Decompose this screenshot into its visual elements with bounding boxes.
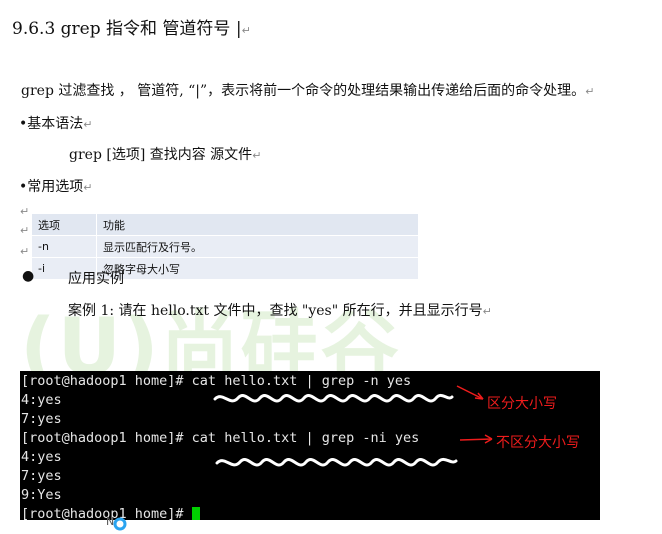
options-table-header: 选项 功能 bbox=[32, 214, 418, 236]
example-case-1-text: 案例 1: 请在 hello.txt 文件中，查找 "yes" 所在行，并且显示… bbox=[68, 303, 483, 319]
basic-syntax-title: •基本语法↵ bbox=[19, 113, 92, 133]
basic-syntax-usage-text: grep [选项] 查找内容 源文件 bbox=[69, 147, 253, 163]
table-header-cell: 选项 bbox=[32, 214, 97, 236]
basic-syntax-usage: grep [选项] 查找内容 源文件↵ bbox=[69, 144, 261, 164]
section-heading-text: 9.6.3 grep 指令和 管道符号 | bbox=[12, 19, 242, 39]
intro-paragraph: grep 过滤查找 ， 管道符, “|”，表示将前一个命令的处理结果输出传递给后… bbox=[21, 80, 594, 100]
table-row: -n 显示匹配行及行号。 bbox=[32, 235, 418, 258]
bullet-dot: ● bbox=[22, 268, 35, 284]
blue-ring-icon bbox=[113, 517, 127, 531]
annotation-case-insensitive: 不区分大小写 bbox=[496, 435, 580, 451]
annotation-case-sensitive: 区分大小写 bbox=[487, 396, 557, 412]
common-options-title-text: •常用选项 bbox=[19, 179, 84, 195]
squiggle-underline-2 bbox=[215, 457, 458, 467]
common-options-title: •常用选项↵ bbox=[19, 176, 92, 196]
table-header-cell: 功能 bbox=[96, 214, 418, 236]
table-cell-desc: 显示匹配行及行号。 bbox=[96, 235, 418, 258]
example-case-1: 案例 1: 请在 hello.txt 文件中，查找 "yes" 所在行，并且显示… bbox=[68, 300, 492, 320]
examples-title: 应用实例 bbox=[68, 268, 124, 288]
table-cell-desc: 忽略字母大小写 bbox=[96, 257, 418, 280]
paragraph-mark-icon: ↵ bbox=[83, 118, 93, 131]
terminal-screenshot: [root@hadoop1 home]# cat hello.txt | gre… bbox=[20, 371, 600, 522]
paragraph-mark-icon: ↵ bbox=[252, 149, 262, 162]
paragraph-mark-icon: ↵ bbox=[241, 24, 251, 37]
section-heading: 9.6.3 grep 指令和 管道符号 |↵ bbox=[12, 14, 251, 39]
paragraph-mark-icon: ↵ bbox=[83, 181, 93, 194]
paragraph-mark-icon: ↵ bbox=[482, 305, 492, 318]
arrow-icon bbox=[459, 438, 493, 441]
paragraph-mark-icon: ↵ bbox=[585, 85, 595, 98]
watermark-logo: (U)尚硅谷 bbox=[20, 285, 650, 393]
basic-syntax-title-text: •基本语法 bbox=[19, 116, 84, 132]
paragraph-mark-icon: ↵ bbox=[20, 245, 30, 258]
squiggle-underline-1 bbox=[213, 393, 454, 403]
intro-text: grep 过滤查找 ， 管道符, “|”，表示将前一个命令的处理结果输出传递给后… bbox=[21, 83, 586, 99]
table-cell-option: -n bbox=[32, 235, 97, 258]
paragraph-mark-icon: ↵ bbox=[20, 224, 30, 237]
paragraph-mark-icon: ↵ bbox=[20, 205, 30, 218]
arrow-icon bbox=[456, 385, 484, 400]
examples-title-text: 应用实例 bbox=[68, 271, 124, 287]
